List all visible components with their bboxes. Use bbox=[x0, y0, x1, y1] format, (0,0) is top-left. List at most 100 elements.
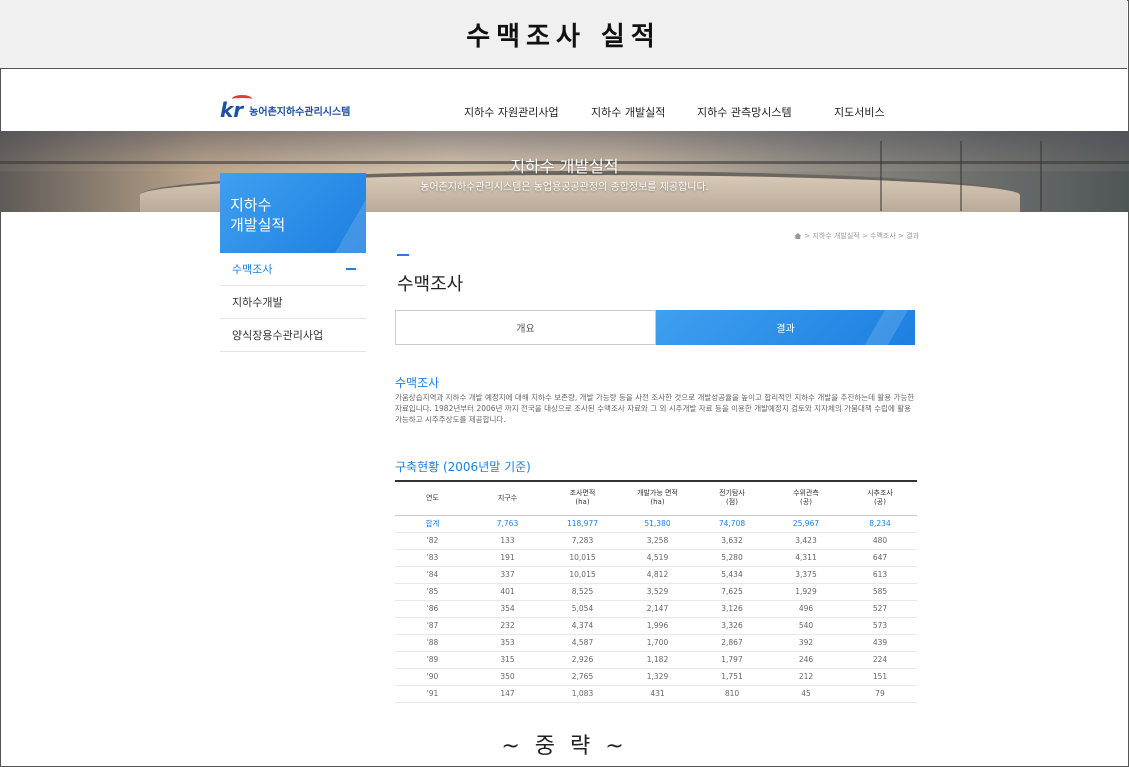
table-cell: 8,525 bbox=[545, 583, 620, 601]
column-header-unit: (공) bbox=[800, 498, 812, 507]
table-cell: 2,926 bbox=[545, 651, 620, 669]
table-cell: 350 bbox=[470, 668, 545, 686]
table-cell: '86 bbox=[395, 600, 470, 618]
table-cell: 118,977 bbox=[545, 515, 620, 533]
table-cell: '89 bbox=[395, 651, 470, 669]
table-cell: 4,519 bbox=[620, 549, 695, 567]
table-cell: 1,182 bbox=[620, 651, 695, 669]
table-row: '83 191 10,015 4,519 5,280 4,311 647 bbox=[395, 549, 917, 567]
sidebar-decoration bbox=[325, 191, 366, 253]
column-header-label: 지구수 bbox=[497, 493, 518, 502]
logo-swoosh-icon bbox=[232, 95, 252, 103]
tab-overview[interactable]: 개요 bbox=[395, 310, 656, 345]
omitted-note: ~ 중 략 ~ bbox=[501, 734, 628, 759]
table-cell: '90 bbox=[395, 668, 470, 686]
table-cell: 1,751 bbox=[695, 668, 769, 686]
frame-header: 수맥조사 실적 bbox=[0, 0, 1127, 69]
column-header-label: 연도 bbox=[426, 493, 439, 502]
table-row: '87 232 4,374 1,996 3,326 540 573 bbox=[395, 617, 917, 635]
nav-item-monitoring-system[interactable]: 지하수 관측망시스템 bbox=[697, 104, 792, 120]
table-cell: 1,929 bbox=[769, 583, 843, 601]
table-row: '91 147 1,083 431 810 45 79 bbox=[395, 685, 917, 703]
table-cell: 573 bbox=[843, 617, 917, 635]
nav-item-map-service[interactable]: 지도서비스 bbox=[834, 104, 885, 120]
tab-bar: 개요 결과 bbox=[395, 310, 915, 345]
table-cell: 224 bbox=[843, 651, 917, 669]
home-icon[interactable] bbox=[794, 233, 802, 239]
column-header: 지구수 bbox=[470, 480, 545, 516]
table-cell: 5,434 bbox=[695, 566, 769, 584]
table-cell: 10,015 bbox=[545, 566, 620, 584]
table-cell: 232 bbox=[470, 617, 545, 635]
sidebar-item-survey[interactable]: 수맥조사 bbox=[220, 253, 366, 286]
table-cell: 431 bbox=[620, 685, 695, 703]
sidebar-item-development[interactable]: 지하수개발 bbox=[220, 286, 366, 319]
table-cell: 10,015 bbox=[545, 549, 620, 567]
sidebar-item-label: 지하수개발 bbox=[232, 296, 283, 309]
nav-item-resource-management[interactable]: 지하수 자원관리사업 bbox=[464, 104, 559, 120]
table-cell: '91 bbox=[395, 685, 470, 703]
table-cell: 7,283 bbox=[545, 532, 620, 550]
table-cell: 5,054 bbox=[545, 600, 620, 618]
column-header: 조사면적 (ha) bbox=[545, 480, 620, 516]
table-cell: 647 bbox=[843, 549, 917, 567]
column-header-unit: (점) bbox=[726, 498, 738, 507]
table-cell: 79 bbox=[843, 685, 917, 703]
table-row: '86 354 5,054 2,147 3,126 496 527 bbox=[395, 600, 917, 618]
table-cell: 496 bbox=[769, 600, 843, 618]
table-cell: 527 bbox=[843, 600, 917, 618]
table-cell: 337 bbox=[470, 566, 545, 584]
table-cell: 353 bbox=[470, 634, 545, 652]
table-row: '85 401 8,525 3,529 7,625 1,929 585 bbox=[395, 583, 917, 601]
results-table-container[interactable]: 연도 지구수 조사면적 (ha) 개발가능 면적 (ha) 전기탐사 (점) 수위관측 (공) 시추… bbox=[395, 480, 917, 704]
column-header: 수위관측 (공) bbox=[769, 480, 843, 516]
page-title: 수맥조사 bbox=[397, 274, 464, 295]
column-header-label: 전기탐사 bbox=[719, 489, 745, 498]
nav-item-development-results[interactable]: 지하수 개발실적 bbox=[591, 104, 665, 120]
column-header-unit: (ha) bbox=[575, 498, 590, 507]
breadcrumb: > 지하수 개발실적 > 수맥조사 > 결과 bbox=[794, 231, 919, 241]
table-body: 합계 7,763 118,977 51,380 74,708 25,967 8,234'82… bbox=[395, 515, 917, 703]
table-cell: 4,311 bbox=[769, 549, 843, 567]
table-cell: 5,280 bbox=[695, 549, 769, 567]
table-cell: 613 bbox=[843, 566, 917, 584]
table-cell: 7,763 bbox=[470, 515, 545, 533]
table-header-row: 연도 지구수 조사면적 (ha) 개발가능 면적 (ha) 전기탐사 (점) 수위관측 (공) 시추… bbox=[395, 480, 917, 516]
breadcrumb-text: > 지하수 개발실적 > 수맥조사 > 결과 bbox=[804, 232, 919, 240]
frame-title: 수맥조사 실적 bbox=[466, 21, 661, 52]
section-description: 가움상습지역과 지하수 개발 예정지에 대해 지하수 보존량, 개발 가능량 등… bbox=[395, 393, 915, 424]
table-cell: 4,587 bbox=[545, 634, 620, 652]
table-cell: 1,329 bbox=[620, 668, 695, 686]
table-row: '88 353 4,587 1,700 2,867 392 439 bbox=[395, 634, 917, 652]
table-cell: '82 bbox=[395, 532, 470, 550]
table-cell: 246 bbox=[769, 651, 843, 669]
table-cell: 151 bbox=[843, 668, 917, 686]
table-cell: 2,765 bbox=[545, 668, 620, 686]
table-cell: 1,996 bbox=[620, 617, 695, 635]
table-cell: 191 bbox=[470, 549, 545, 567]
minus-icon bbox=[346, 268, 356, 270]
column-header: 개발가능 면적 (ha) bbox=[620, 480, 695, 516]
table-cell: '87 bbox=[395, 617, 470, 635]
table-cell: 1,700 bbox=[620, 634, 695, 652]
banner-subtitle: 농어촌지하수관리시스템은 농업용공공관정의 종합정보를 제공합니다. bbox=[420, 182, 709, 193]
sidebar-title: 지하수 개발실적 bbox=[230, 196, 286, 234]
table-cell: 45 bbox=[769, 685, 843, 703]
table-cell: 25,967 bbox=[769, 515, 843, 533]
title-accent-bar bbox=[397, 254, 409, 256]
section-title: 수맥조사 bbox=[395, 376, 440, 390]
main-nav: 지하수 자원관리사업 지하수 개발실적 지하수 관측망시스템 지도서비스 bbox=[0, 104, 1129, 120]
table-cell: 439 bbox=[843, 634, 917, 652]
table-row: '84 337 10,015 4,812 5,434 3,375 613 bbox=[395, 566, 917, 584]
table-cell: 315 bbox=[470, 651, 545, 669]
column-header-unit: (공) bbox=[874, 498, 886, 507]
table-cell: '83 bbox=[395, 549, 470, 567]
tab-results[interactable]: 결과 bbox=[656, 310, 915, 345]
table-cell: 133 bbox=[470, 532, 545, 550]
column-header: 연도 bbox=[395, 480, 470, 516]
table-cell: 480 bbox=[843, 532, 917, 550]
column-header-unit: (ha) bbox=[650, 498, 665, 507]
table-row: '90 350 2,765 1,329 1,751 212 151 bbox=[395, 668, 917, 686]
table-cell: 4,812 bbox=[620, 566, 695, 584]
sidebar-item-fish-farm[interactable]: 양식장용수관리사업 bbox=[220, 319, 366, 352]
